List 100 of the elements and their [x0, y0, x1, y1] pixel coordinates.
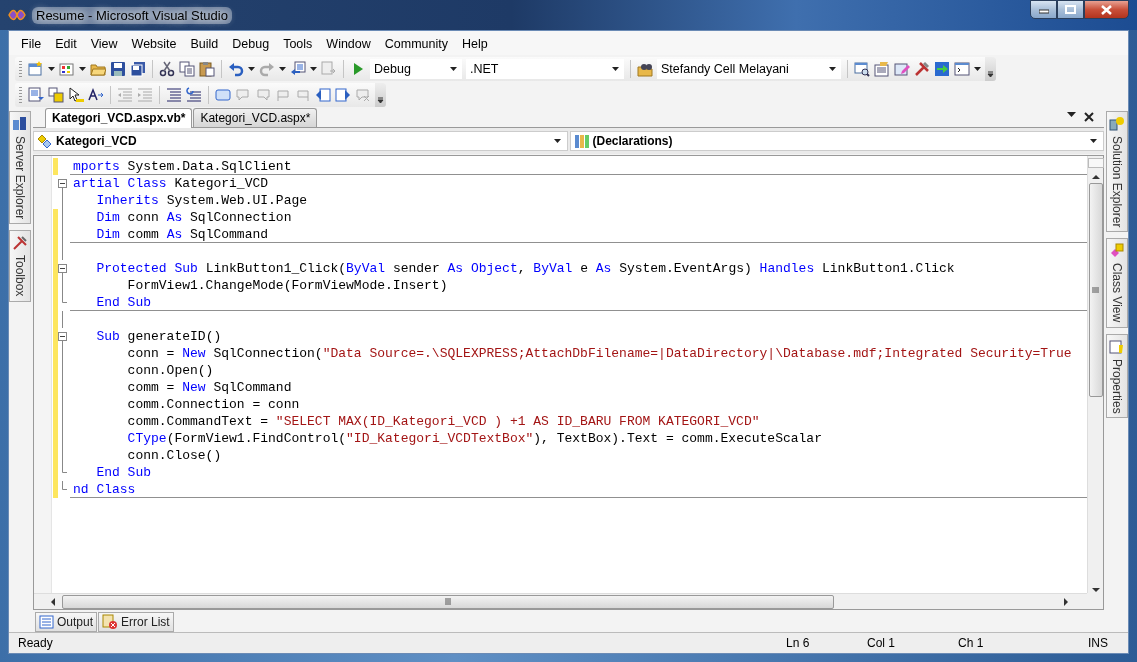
dock-tab[interactable]: Server Explorer [9, 111, 31, 225]
menu-item[interactable]: Window [319, 35, 378, 53]
edit-icon[interactable] [894, 61, 910, 77]
tools-icon[interactable] [914, 61, 930, 77]
scroll-up-icon[interactable] [1091, 174, 1100, 180]
code-line: Dim conn As SqlConnection [95, 209, 293, 226]
code-line: End Sub [95, 464, 152, 481]
minimize-button[interactable] [1030, 0, 1057, 19]
status-text: Ready [18, 636, 53, 650]
dock-tab[interactable]: Solution Explorer [1106, 111, 1128, 233]
panel-tab[interactable]: Output [35, 612, 98, 632]
save-icon[interactable] [110, 61, 126, 77]
caret-icon[interactable] [829, 67, 836, 71]
undo-icon[interactable] [228, 61, 244, 77]
code-line: conn = New SqlConnection("Data Source=.\SQLEXPRESS;AttachDbFilename=|DataDirectory|\Database.mdf;Integrated Security=True [126, 345, 1073, 362]
uncomment-icon[interactable] [186, 87, 202, 103]
maximize-button[interactable] [1057, 0, 1084, 19]
char-number: Ch 1 [958, 636, 985, 650]
panel-tab[interactable]: Error List [98, 612, 174, 632]
caret-icon[interactable] [612, 67, 619, 71]
dock-tab[interactable]: Properties [1106, 333, 1128, 419]
rectangle-icon[interactable] [215, 87, 231, 103]
menu-item[interactable]: Community [377, 35, 456, 53]
code-line: Sub generateID() [95, 328, 223, 345]
code-line: artial Class Kategori_VCD [72, 175, 270, 192]
insert-mode: INS [1088, 636, 1109, 650]
find-in-files-icon[interactable] [637, 61, 653, 77]
menu-item[interactable]: View [83, 35, 125, 53]
close-icon[interactable] [1084, 112, 1094, 122]
close-button[interactable] [1084, 0, 1129, 19]
menu-item[interactable]: Edit [48, 35, 84, 53]
books-icon [573, 133, 590, 149]
pointer-icon[interactable] [68, 87, 84, 103]
caret-icon[interactable] [1067, 112, 1076, 117]
document-tab[interactable]: Kategori_VCD.aspx.vb* [45, 108, 193, 128]
code-line: Dim comm As SqlCommand [70, 226, 1087, 243]
dock-tab[interactable]: Toolbox [9, 230, 31, 302]
code-line: comm = New SqlCommand [126, 379, 293, 396]
project-dropdown[interactable]: Stefandy Cell Melayani [657, 59, 841, 79]
list-members-icon[interactable] [28, 87, 44, 103]
caret-icon[interactable] [248, 67, 255, 71]
code-line: End Sub [70, 294, 1087, 311]
error-list-icon [102, 614, 119, 630]
cut-icon[interactable] [159, 61, 175, 77]
scroll-right-icon[interactable] [1063, 597, 1069, 606]
caret-icon[interactable] [79, 67, 86, 71]
menu-item[interactable]: Help [455, 35, 495, 53]
caret-icon[interactable] [48, 67, 55, 71]
find-window-icon[interactable] [854, 61, 870, 77]
fold-guide-line [62, 311, 63, 328]
previous-bookmark-icon[interactable] [315, 87, 331, 103]
navigate-icon[interactable] [290, 61, 306, 77]
platform-dropdown[interactable]: .NET [466, 59, 624, 79]
caret-icon[interactable] [553, 139, 561, 143]
properties-icon[interactable] [1109, 338, 1125, 355]
grip-icon [445, 598, 451, 605]
logo-icon [8, 7, 26, 23]
splitter-handle[interactable] [1087, 158, 1104, 168]
column-number: Col 1 [867, 636, 896, 650]
code-line: mports System.Data.SqlClient [70, 158, 1087, 175]
scroll-left-icon[interactable] [50, 597, 56, 606]
document-tab[interactable]: Kategori_VCD.aspx* [193, 108, 318, 127]
next-bookmark-icon[interactable] [335, 87, 351, 103]
code-line: Protected Sub LinkButton1_Click(ByVal sender As Object, ByVal e As System.EventArgs) Handles LinkButton1.Click [95, 260, 956, 277]
caret-icon[interactable] [450, 67, 457, 71]
fold-guide-line [62, 277, 63, 294]
member-dropdown[interactable]: (Declarations) [569, 131, 1104, 151]
horizontal-scrollbar[interactable] [34, 593, 1087, 609]
caret-icon[interactable] [310, 67, 317, 71]
menu-item[interactable]: Build [183, 35, 226, 53]
code-line: FormView1.ChangeMode(FormViewMode.Insert) [126, 277, 449, 294]
menu-item[interactable]: Website [124, 35, 184, 53]
menu-item[interactable]: Tools [276, 35, 320, 53]
menu-item[interactable]: Debug [225, 35, 277, 53]
paste-icon[interactable] [199, 61, 215, 77]
grid-icon[interactable] [59, 61, 75, 77]
code-line: Inherits System.Web.UI.Page [95, 192, 309, 209]
code-line: comm.CommandText = "SELECT MAX(ID_Kategori_VCD ) +1 AS ID_BARU FROM KATEGORI_VCD" [126, 413, 761, 430]
dock-tab[interactable]: Class View [1106, 238, 1128, 328]
menu-item[interactable]: File [14, 35, 49, 53]
tools-icon[interactable] [12, 235, 28, 252]
comment-icon[interactable] [166, 87, 182, 103]
class-dropdown[interactable]: Kategori_VCD [33, 131, 568, 151]
solution-icon[interactable] [1109, 116, 1125, 132]
configuration-dropdown[interactable]: Debug [370, 59, 462, 79]
output-icon [39, 614, 54, 630]
caret-icon[interactable] [974, 67, 981, 71]
line-number: Ln 6 [786, 636, 811, 650]
code-line: comm.Connection = conn [126, 396, 301, 413]
code-line: nd Class [70, 481, 1087, 498]
class-icon[interactable] [1109, 243, 1125, 260]
copy-icon[interactable] [179, 61, 195, 77]
vertical-scrollbar[interactable] [1087, 156, 1103, 593]
save-all-icon[interactable] [130, 61, 146, 77]
code-line: conn.Open() [126, 362, 215, 379]
caret-icon[interactable] [279, 67, 286, 71]
command-window-icon[interactable] [954, 61, 970, 77]
code-line: conn.Close() [126, 447, 223, 464]
server-icon[interactable] [12, 116, 28, 132]
caret-icon[interactable] [1090, 139, 1097, 143]
